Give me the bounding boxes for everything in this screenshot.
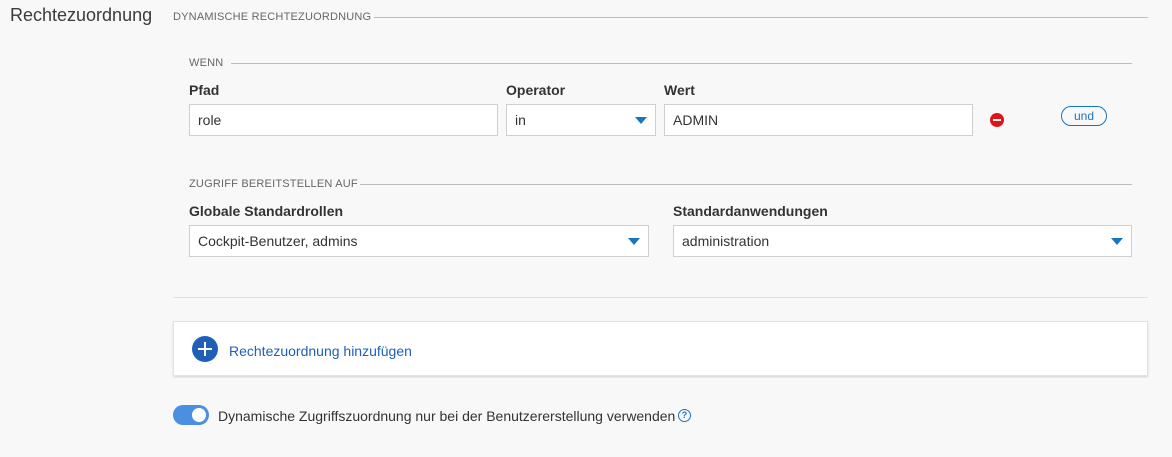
chevron-down-icon	[1111, 238, 1123, 245]
path-input[interactable]: role	[189, 104, 498, 136]
grant-title: ZUGRIFF BEREITSTELLEN AUF	[189, 178, 358, 190]
value-input[interactable]: ADMIN	[664, 104, 973, 136]
help-icon[interactable]: ?	[678, 409, 691, 422]
chevron-down-icon	[628, 238, 640, 245]
add-mapping-link[interactable]: Rechtezuordnung hinzufügen	[229, 343, 412, 359]
value-label: Wert	[664, 82, 695, 98]
path-label: Pfad	[189, 82, 220, 98]
chevron-down-icon	[635, 117, 647, 124]
default-apps-select[interactable]: administration	[673, 225, 1132, 257]
global-roles-select[interactable]: Cockpit-Benutzer, admins	[189, 225, 649, 257]
default-apps-value: administration	[682, 233, 770, 249]
remove-condition-icon[interactable]	[990, 113, 1004, 127]
default-apps-label: Standardanwendungen	[673, 203, 828, 219]
operator-select-value: in	[515, 112, 526, 128]
dynamic-mapping-title: DYNAMISCHE RECHTEZUORDNUNG	[173, 11, 372, 23]
plus-circle-icon	[192, 336, 218, 362]
global-roles-label: Globale Standardrollen	[189, 203, 344, 219]
mapping-bottom-divider	[173, 297, 1148, 298]
grant-divider	[360, 184, 1132, 185]
operator-select[interactable]: in	[506, 104, 656, 136]
operator-label: Operator	[506, 82, 566, 98]
add-and-condition-button[interactable]: und	[1061, 106, 1107, 126]
global-roles-value: Cockpit-Benutzer, admins	[198, 233, 358, 249]
user-creation-only-toggle[interactable]	[173, 405, 209, 425]
dynamic-mapping-divider	[374, 17, 1148, 18]
toggle-knob	[192, 408, 206, 422]
add-mapping-card[interactable]: Rechtezuordnung hinzufügen	[173, 321, 1148, 376]
when-title: WENN	[189, 57, 224, 69]
toggle-label: Dynamische Zugriffszuordnung nur bei der…	[218, 408, 676, 424]
when-divider	[231, 63, 1132, 64]
section-title: Rechtezuordnung	[10, 5, 153, 25]
